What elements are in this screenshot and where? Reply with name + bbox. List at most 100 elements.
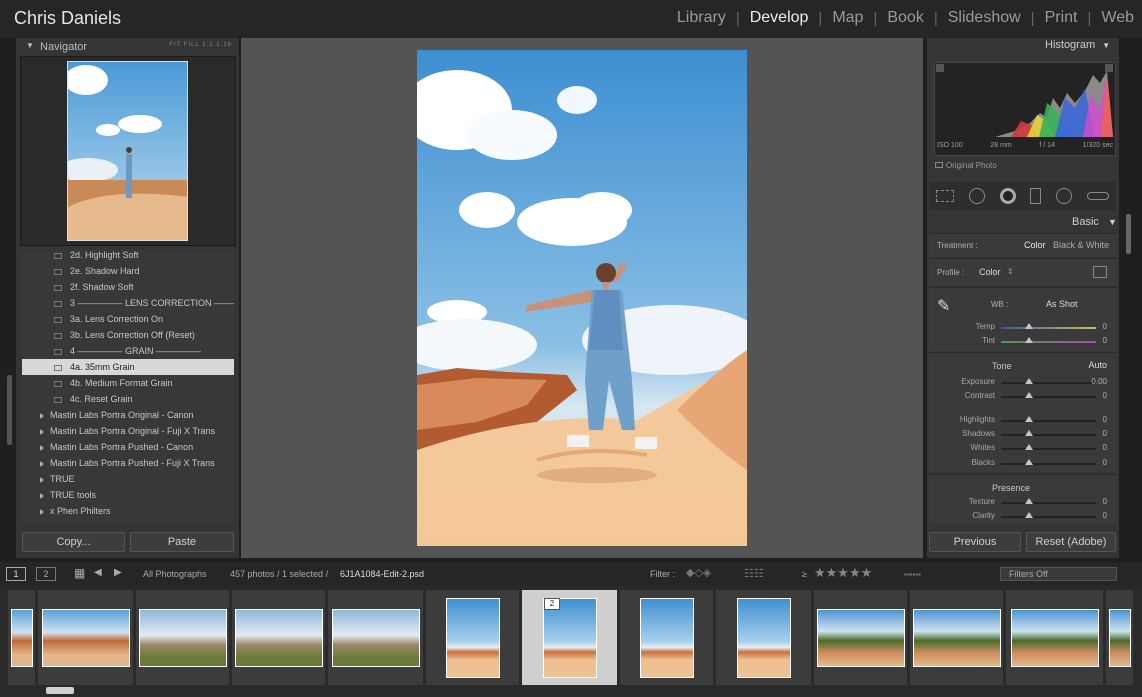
right-panel-scrollbar[interactable] bbox=[1126, 214, 1131, 254]
filmstrip-cell[interactable] bbox=[814, 590, 908, 685]
tint-value[interactable]: 0 bbox=[1103, 336, 1107, 345]
crop-overlay-icon[interactable] bbox=[936, 190, 955, 202]
module-web[interactable]: Web bbox=[1099, 9, 1136, 27]
preset-folder[interactable]: x Phen Philters bbox=[22, 503, 234, 519]
texture-value[interactable]: 0 bbox=[1103, 497, 1107, 506]
navigator-header[interactable]: ▼ Navigator FIT FILL 1:1 1:16 bbox=[20, 38, 236, 56]
previous-settings-button[interactable]: Previous bbox=[929, 532, 1021, 552]
filmstrip-cell[interactable] bbox=[38, 590, 134, 685]
rating-operator[interactable]: ≥ bbox=[802, 569, 807, 579]
grid-view-icon[interactable]: ▦ bbox=[74, 566, 85, 580]
star-rating-filter-icons[interactable]: ★★★★★ bbox=[814, 565, 872, 581]
filmstrip-cell[interactable] bbox=[910, 590, 1004, 685]
preset-folder[interactable]: Mastin Labs Portra Original - Fuji X Tra… bbox=[22, 423, 234, 439]
profile-browser-grid-icon[interactable] bbox=[1093, 266, 1107, 278]
navigator-zoom-options[interactable]: FIT FILL 1:1 1:16 bbox=[169, 42, 232, 48]
texture-slider-track[interactable] bbox=[1001, 502, 1096, 504]
filmstrip-cell[interactable] bbox=[620, 590, 714, 685]
tint-slider-thumb[interactable] bbox=[1025, 337, 1033, 343]
profile-select[interactable]: Color bbox=[979, 267, 1001, 277]
histogram-header[interactable]: Histogram ▼ bbox=[1045, 39, 1117, 55]
tint-slider-track[interactable] bbox=[1001, 341, 1096, 343]
original-photo-toggle[interactable]: Original Photo bbox=[935, 161, 997, 170]
exposure-slider-track[interactable] bbox=[1001, 382, 1096, 384]
preset-item[interactable]: 3b. Lens Correction Off (Reset) bbox=[22, 327, 234, 343]
filmstrip-cell[interactable] bbox=[232, 590, 326, 685]
basic-panel-header[interactable]: Basic ▼ bbox=[1072, 216, 1117, 228]
exposure-slider-thumb[interactable] bbox=[1025, 378, 1033, 384]
navigator-thumbnail[interactable] bbox=[67, 61, 188, 241]
filmstrip-scrollbar[interactable] bbox=[46, 687, 74, 694]
filmstrip-cell[interactable] bbox=[1106, 590, 1134, 685]
treatment-bw-option[interactable]: Black & White bbox=[1053, 240, 1109, 250]
left-panel-scrollbar[interactable] bbox=[7, 375, 12, 445]
contrast-slider-thumb[interactable] bbox=[1025, 392, 1033, 398]
source-label[interactable]: All Photographs bbox=[143, 569, 207, 579]
paste-settings-button[interactable]: Paste bbox=[130, 532, 234, 552]
flag-filter-icons[interactable]: ◆◇◈ bbox=[686, 566, 711, 579]
shadows-value[interactable]: 0 bbox=[1103, 429, 1107, 438]
module-library[interactable]: Library bbox=[675, 9, 728, 27]
filmstrip-cell[interactable] bbox=[716, 590, 812, 685]
red-eye-icon[interactable] bbox=[999, 188, 1016, 204]
highlights-slider-track[interactable] bbox=[1001, 420, 1096, 422]
blacks-slider-thumb[interactable] bbox=[1025, 459, 1033, 465]
clarity-slider-thumb[interactable] bbox=[1025, 512, 1033, 518]
back-arrow-icon[interactable]: ◀ bbox=[94, 567, 102, 578]
shadows-slider-track[interactable] bbox=[1001, 434, 1096, 436]
contrast-slider-track[interactable] bbox=[1001, 396, 1096, 398]
blacks-value[interactable]: 0 bbox=[1103, 458, 1107, 467]
preset-folder[interactable]: Mastin Labs Portra Pushed - Canon bbox=[22, 439, 234, 455]
preset-item[interactable]: 4a. 35mm Grain bbox=[22, 359, 234, 375]
temp-value[interactable]: 0 bbox=[1103, 322, 1107, 331]
filmstrip-cell[interactable] bbox=[426, 590, 520, 685]
temp-slider-track[interactable] bbox=[1001, 327, 1096, 329]
highlights-slider-thumb[interactable] bbox=[1025, 416, 1033, 422]
spot-removal-icon[interactable] bbox=[968, 188, 985, 204]
color-label-filter-icons[interactable]: ▪▪▪▪▪▪ bbox=[904, 570, 921, 579]
blacks-slider-track[interactable] bbox=[1001, 463, 1096, 465]
preset-item[interactable]: 4c. Reset Grain bbox=[22, 391, 234, 407]
whites-slider-track[interactable] bbox=[1001, 448, 1096, 450]
module-map[interactable]: Map bbox=[830, 9, 865, 27]
preset-folder[interactable]: TRUE tools bbox=[22, 487, 234, 503]
eyedropper-icon[interactable]: ✎ bbox=[937, 296, 957, 316]
preset-item[interactable]: 2e. Shadow Hard bbox=[22, 263, 234, 279]
current-filename[interactable]: 6J1A1084-Edit-2.psd bbox=[340, 569, 424, 579]
main-window-button[interactable]: 1 bbox=[6, 567, 26, 581]
filter-preset-select[interactable]: Filters Off bbox=[1000, 567, 1117, 581]
shadows-slider-thumb[interactable] bbox=[1025, 430, 1033, 436]
radial-filter-icon[interactable] bbox=[1055, 188, 1072, 204]
preset-item[interactable]: 4b. Medium Format Grain bbox=[22, 375, 234, 391]
module-print[interactable]: Print bbox=[1043, 9, 1080, 27]
filmstrip-cell[interactable] bbox=[8, 590, 36, 685]
treatment-color-option[interactable]: Color bbox=[1024, 240, 1046, 250]
preset-item[interactable]: 2f. Shadow Soft bbox=[22, 279, 234, 295]
adjustment-brush-icon[interactable] bbox=[1086, 192, 1109, 200]
second-window-button[interactable]: 2 bbox=[36, 567, 56, 581]
copy-settings-button[interactable]: Copy... bbox=[22, 532, 125, 552]
texture-slider-thumb[interactable] bbox=[1025, 498, 1033, 504]
edit-filter-icons[interactable]: ☷☷ bbox=[744, 567, 764, 580]
clarity-value[interactable]: 0 bbox=[1103, 511, 1107, 520]
preset-folder[interactable]: Mastin Labs Portra Pushed - Fuji X Trans bbox=[22, 455, 234, 471]
filmstrip-cell[interactable] bbox=[328, 590, 424, 685]
preset-item[interactable]: 3 ————— LENS CORRECTION ————— bbox=[22, 295, 234, 311]
main-photo[interactable] bbox=[417, 50, 747, 546]
exposure-value[interactable]: 0.00 bbox=[1091, 377, 1107, 386]
module-slideshow[interactable]: Slideshow bbox=[946, 9, 1023, 27]
wb-select[interactable]: As Shot bbox=[1046, 299, 1078, 309]
whites-value[interactable]: 0 bbox=[1103, 443, 1107, 452]
filmstrip-cell[interactable] bbox=[1006, 590, 1104, 685]
filmstrip-cell[interactable] bbox=[136, 590, 230, 685]
preset-item[interactable]: 3a. Lens Correction On bbox=[22, 311, 234, 327]
preset-folder[interactable]: TRUE bbox=[22, 471, 234, 487]
preset-item[interactable]: 2d. Highlight Soft bbox=[22, 250, 234, 263]
forward-arrow-icon[interactable]: ▶ bbox=[114, 567, 122, 578]
whites-slider-thumb[interactable] bbox=[1025, 444, 1033, 450]
graduated-filter-icon[interactable] bbox=[1030, 188, 1042, 204]
clarity-slider-track[interactable] bbox=[1001, 516, 1096, 518]
reset-button[interactable]: Reset (Adobe) bbox=[1026, 532, 1116, 552]
module-develop[interactable]: Develop bbox=[748, 9, 811, 27]
contrast-value[interactable]: 0 bbox=[1103, 391, 1107, 400]
